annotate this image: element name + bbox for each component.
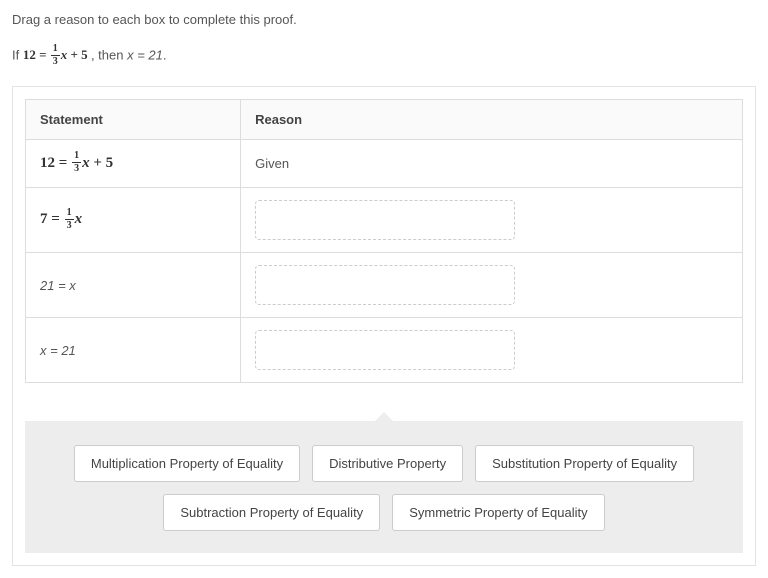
reason-chip[interactable]: Distributive Property bbox=[312, 445, 463, 482]
reason-cell: Given bbox=[241, 140, 743, 188]
reason-chip[interactable]: Symmetric Property of Equality bbox=[392, 494, 604, 531]
table-row: x = 21 bbox=[26, 318, 743, 383]
header-statement: Statement bbox=[26, 100, 241, 140]
reason-cell bbox=[241, 318, 743, 383]
reason-text: Given bbox=[255, 156, 289, 171]
statement-plain: x = 21 bbox=[40, 343, 76, 358]
chips-row: Subtraction Property of Equality Symmetr… bbox=[41, 494, 727, 531]
stmt-var: x bbox=[82, 155, 90, 171]
reason-cell bbox=[241, 253, 743, 318]
stmt-lhs: 12 bbox=[40, 155, 55, 171]
reason-chip[interactable]: Substitution Property of Equality bbox=[475, 445, 694, 482]
statement-plain: 21 = x bbox=[40, 278, 76, 293]
stmt-sep: = bbox=[48, 211, 64, 227]
stmt-lhs: 7 bbox=[40, 211, 48, 227]
premise-line: If 12 = 13x + 5 , then x = 21. bbox=[12, 45, 756, 68]
premise-conclusion: x = 21 bbox=[127, 47, 163, 62]
table-row: 21 = x bbox=[26, 253, 743, 318]
instruction-text: Drag a reason to each box to complete th… bbox=[12, 12, 756, 27]
reason-chip[interactable]: Multiplication Property of Equality bbox=[74, 445, 300, 482]
reason-chip[interactable]: Subtraction Property of Equality bbox=[163, 494, 380, 531]
reason-tray: Multiplication Property of Equality Dist… bbox=[25, 421, 743, 553]
statement-cell: x = 21 bbox=[26, 318, 241, 383]
reason-dropzone[interactable] bbox=[255, 265, 515, 305]
premise-prefix: If bbox=[12, 47, 23, 62]
statement-cell: 7 = 13x bbox=[26, 188, 241, 253]
stmt-sep: = bbox=[55, 155, 71, 171]
stmt-frac-den: 3 bbox=[72, 163, 81, 174]
table-row: 7 = 13x bbox=[26, 188, 743, 253]
reason-dropzone[interactable] bbox=[255, 330, 515, 370]
stmt-tail: + 5 bbox=[90, 155, 114, 171]
premise-lhs: 12 bbox=[23, 47, 36, 62]
proof-table: Statement Reason 12 = 13x + 5 Given 7 = … bbox=[25, 99, 743, 383]
premise-suffix: . bbox=[163, 47, 167, 62]
premise-equation: 12 = 13x + 5 bbox=[23, 47, 91, 62]
premise-fraction: 13 bbox=[51, 44, 60, 67]
stmt-var: x bbox=[75, 211, 83, 227]
header-reason: Reason bbox=[241, 100, 743, 140]
reason-dropzone[interactable] bbox=[255, 200, 515, 240]
statement-cell: 21 = x bbox=[26, 253, 241, 318]
reason-cell bbox=[241, 188, 743, 253]
stmt-frac-num: 1 bbox=[65, 208, 74, 220]
stmt-fraction: 13 bbox=[65, 208, 74, 231]
premise-eqsep: = bbox=[36, 47, 50, 62]
premise-frac-den: 3 bbox=[51, 56, 60, 67]
premise-frac-num: 1 bbox=[51, 44, 60, 56]
statement-math: 7 = 13x bbox=[40, 211, 82, 227]
chips-row: Multiplication Property of Equality Dist… bbox=[41, 445, 727, 482]
stmt-frac-num: 1 bbox=[72, 151, 81, 163]
stmt-fraction: 13 bbox=[72, 151, 81, 174]
premise-middle: , then bbox=[91, 47, 127, 62]
proof-panel: Statement Reason 12 = 13x + 5 Given 7 = … bbox=[12, 86, 756, 566]
stmt-frac-den: 3 bbox=[65, 220, 74, 231]
statement-cell: 12 = 13x + 5 bbox=[26, 140, 241, 188]
table-row: 12 = 13x + 5 Given bbox=[26, 140, 743, 188]
statement-math: 12 = 13x + 5 bbox=[40, 155, 113, 171]
premise-tail: + 5 bbox=[67, 47, 87, 62]
